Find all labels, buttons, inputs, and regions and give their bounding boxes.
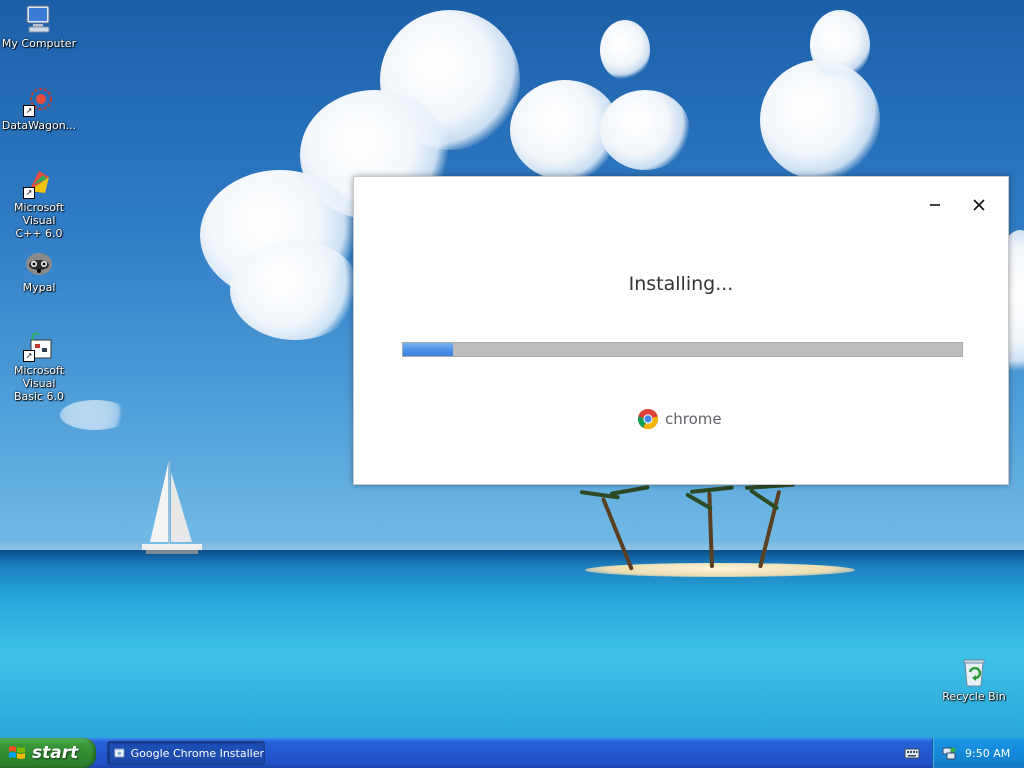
minimize-button[interactable] bbox=[920, 191, 950, 219]
desktop-icon-label: Recycle Bin bbox=[942, 690, 1006, 703]
desktop-icon-mypal[interactable]: Mypal bbox=[0, 247, 78, 294]
chrome-logo-icon bbox=[637, 409, 659, 430]
sea bbox=[0, 550, 1024, 738]
desktop-icon-visual-basic[interactable]: ↗ Microsoft Visual Basic 6.0 bbox=[0, 330, 78, 403]
close-icon bbox=[973, 199, 985, 211]
chrome-installer-window: Installing... chrome bbox=[353, 176, 1009, 485]
chrome-brand-text: chrome bbox=[665, 410, 722, 428]
install-progress-fill bbox=[403, 343, 454, 356]
start-button[interactable]: start bbox=[0, 738, 96, 768]
visual-basic-icon: ↗ bbox=[23, 330, 55, 362]
shortcut-arrow-icon: ↗ bbox=[23, 105, 35, 117]
shortcut-arrow-icon: ↗ bbox=[23, 187, 35, 199]
visual-cpp-icon: ↗ bbox=[23, 167, 55, 199]
mypal-icon bbox=[23, 247, 55, 279]
minimize-icon bbox=[930, 204, 940, 206]
desktop-icon-visual-cpp[interactable]: ↗ Microsoft Visual C++ 6.0 bbox=[0, 167, 78, 240]
taskbar: start Google Chrome Installer 9:50 AM bbox=[0, 738, 1024, 768]
desktop-background: My Computer ↗ DataWagon... ↗ Microsoft V… bbox=[0, 0, 1024, 738]
desktop-icon-label: My Computer bbox=[1, 37, 77, 50]
close-button[interactable] bbox=[964, 191, 994, 219]
taskbar-item-chrome-installer[interactable]: Google Chrome Installer bbox=[107, 741, 265, 765]
desktop-icon-label: Mypal bbox=[22, 281, 56, 294]
desktop-icon-datawagon[interactable]: ↗ DataWagon... bbox=[0, 85, 78, 132]
keyboard-icon[interactable] bbox=[904, 745, 920, 761]
desktop-icon-label: Microsoft Visual C++ 6.0 bbox=[13, 201, 65, 240]
install-status-text: Installing... bbox=[628, 273, 734, 295]
datawagon-icon: ↗ bbox=[23, 85, 55, 117]
shortcut-arrow-icon: ↗ bbox=[23, 350, 35, 362]
my-computer-icon bbox=[23, 3, 55, 35]
desktop-icon-recycle-bin[interactable]: Recycle Bin bbox=[935, 656, 1013, 703]
desktop-icon-my-computer[interactable]: My Computer bbox=[0, 3, 78, 50]
sailboat bbox=[142, 462, 202, 554]
island bbox=[585, 563, 855, 577]
recycle-bin-icon bbox=[958, 656, 990, 688]
system-tray: 9:50 AM bbox=[932, 738, 1024, 768]
windows-logo-icon bbox=[9, 746, 25, 759]
start-label: start bbox=[32, 743, 79, 763]
chrome-brand: chrome bbox=[637, 407, 722, 431]
network-icon[interactable] bbox=[941, 745, 957, 761]
desktop-icon-label: Microsoft Visual Basic 6.0 bbox=[13, 364, 65, 403]
taskbar-item-label: Google Chrome Installer bbox=[130, 746, 264, 760]
install-progress-bar bbox=[402, 342, 963, 357]
desktop-icon-label: DataWagon... bbox=[1, 119, 77, 132]
installer-app-icon bbox=[114, 748, 125, 758]
clock: 9:50 AM bbox=[965, 746, 1011, 760]
